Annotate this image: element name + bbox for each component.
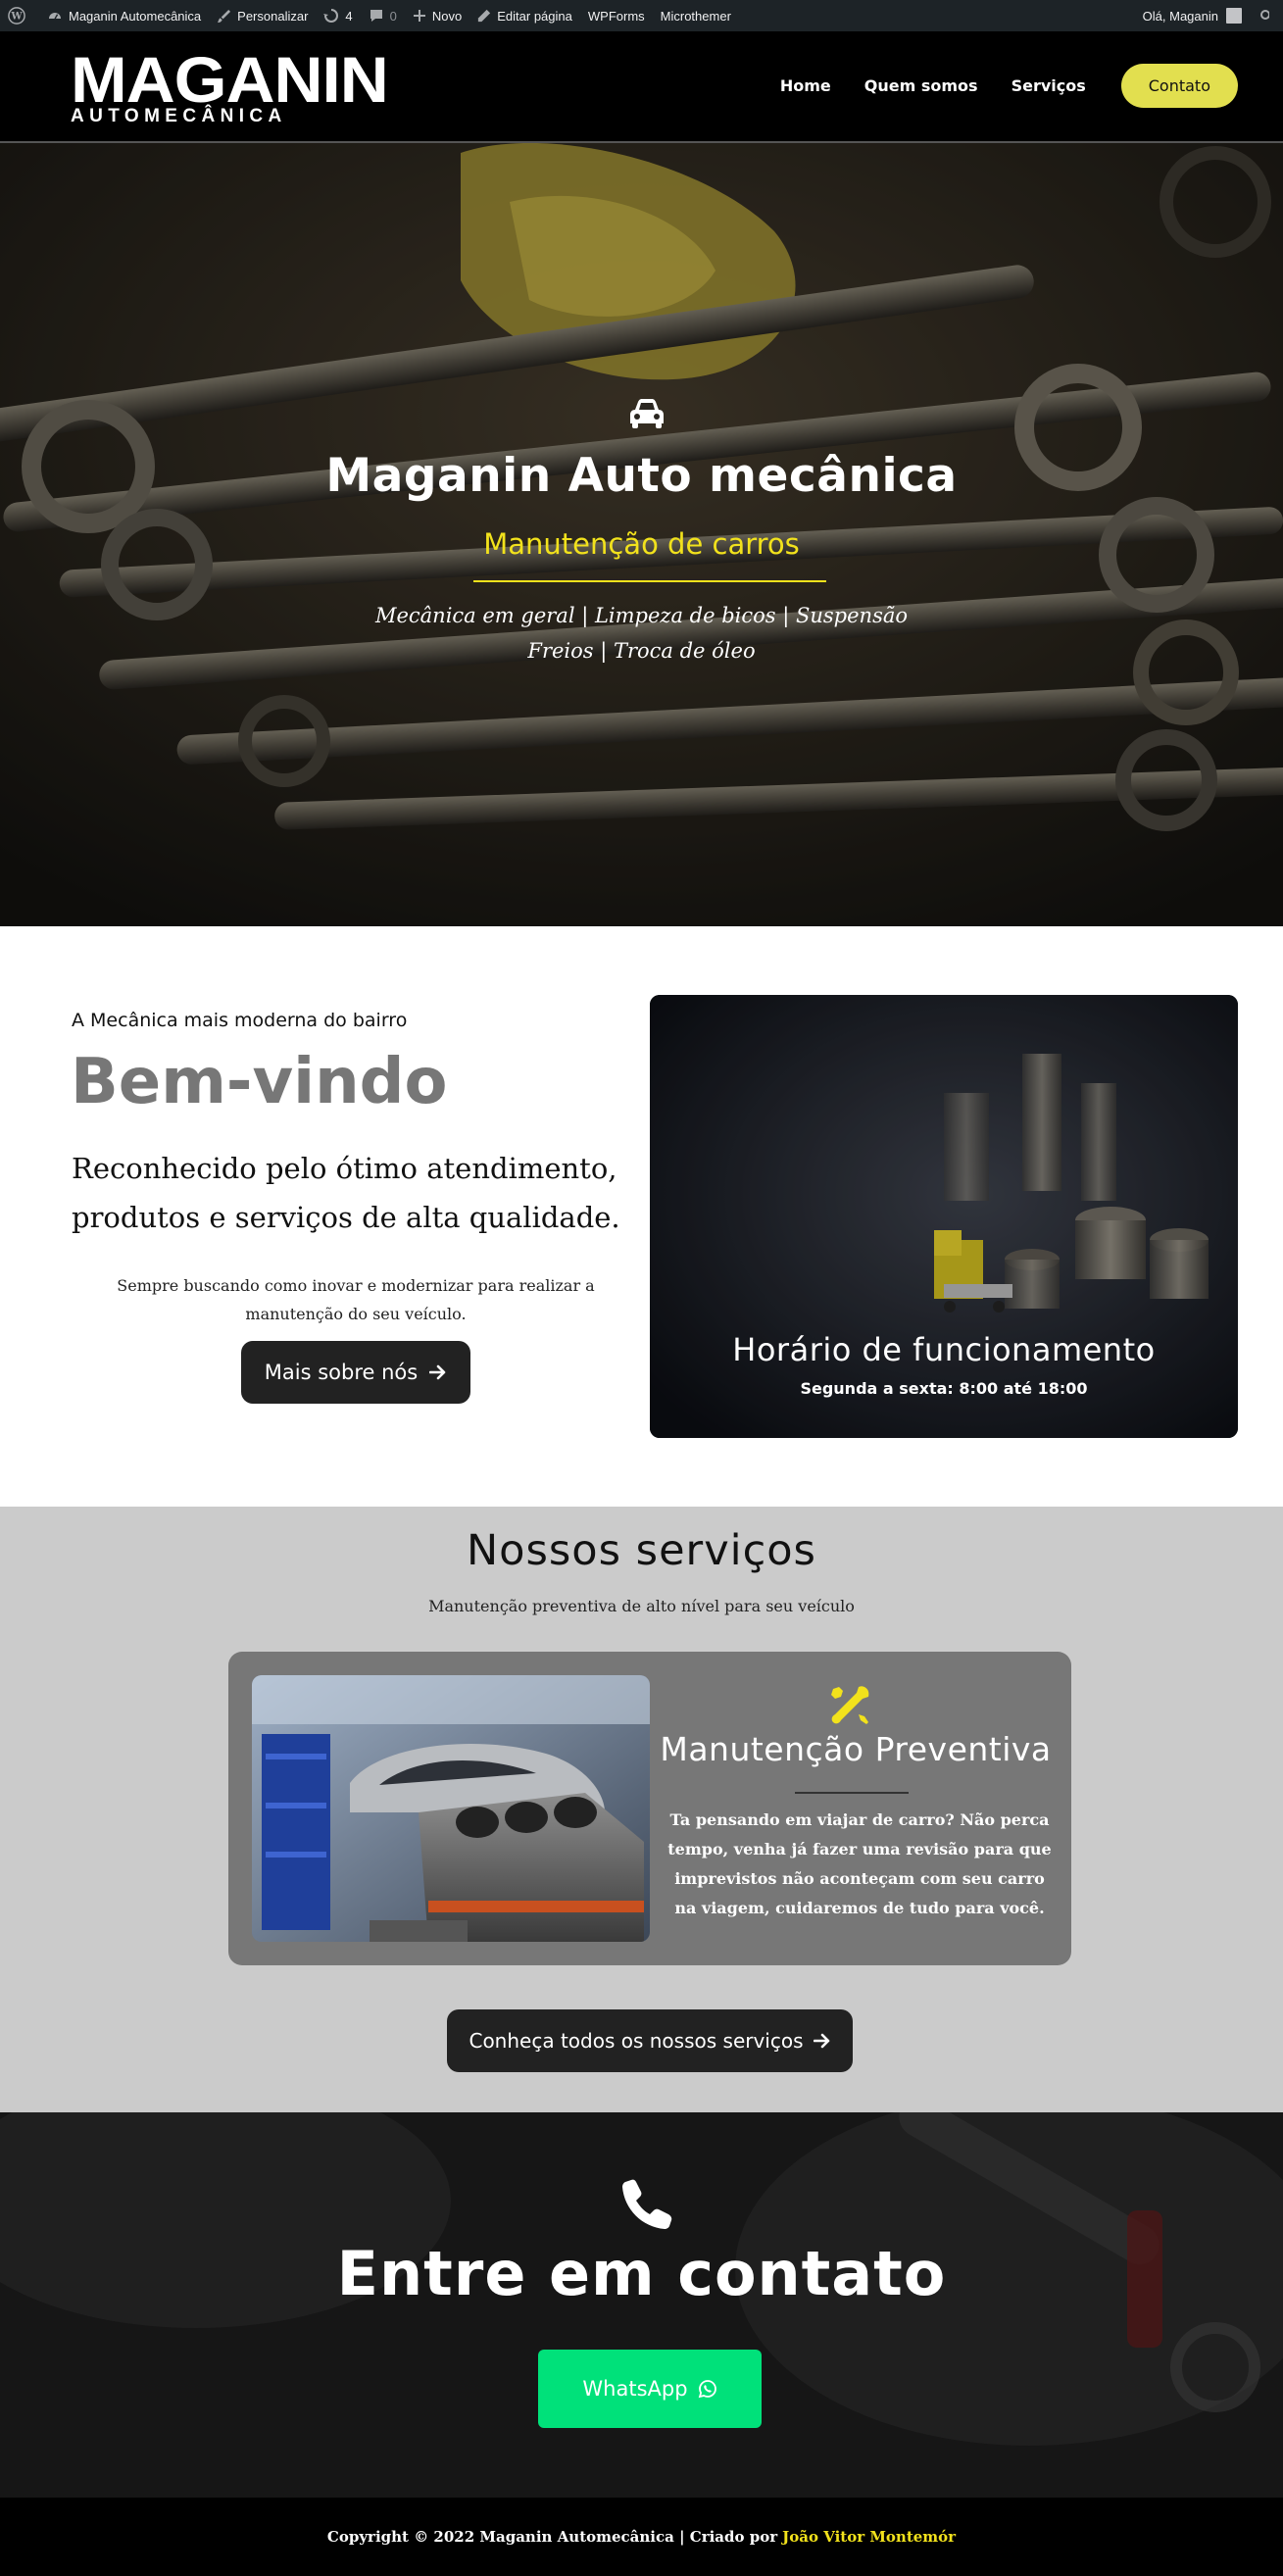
admin-new-label: Novo xyxy=(431,8,463,24)
contact-section: Entre em contato WhatsApp xyxy=(0,2112,1283,2498)
admin-search-icon[interactable] xyxy=(1250,0,1283,31)
admin-bar: W Maganin Automecânica Personalizar 4 0 … xyxy=(0,0,1283,31)
whatsapp-button[interactable]: WhatsApp xyxy=(538,2350,762,2428)
welcome-text: Sempre buscando como inovar e modernizar… xyxy=(117,1276,595,1323)
dashboard-icon xyxy=(49,13,61,20)
hours-text: Segunda a sexta: 8:00 até 18:00 xyxy=(800,1379,1088,1398)
wordpress-logo-icon[interactable]: W xyxy=(0,0,39,31)
more-about-button[interactable]: Mais sobre nós xyxy=(241,1341,470,1404)
services-section: Nossos serviços Manutenção preventiva de… xyxy=(0,1507,1283,2112)
main-nav: Home Quem somos Serviços Contato xyxy=(747,64,1238,108)
admin-account-link[interactable]: Olá, Maganin xyxy=(1135,0,1250,31)
updates-icon xyxy=(323,9,339,23)
admin-microthemer-label: Microthemer xyxy=(660,8,731,24)
footer-copyright: Copyright © 2022 Maganin Automecânica | … xyxy=(326,2528,778,2546)
site-footer: Copyright © 2022 Maganin Automecânica | … xyxy=(0,2498,1283,2576)
wrench-screwdriver-icon xyxy=(831,1686,869,1724)
welcome-section: A Mecânica mais moderna do bairro Bem-vi… xyxy=(0,926,1283,1507)
welcome-lead: Reconhecido pelo ótimo atendimento, prod… xyxy=(72,1152,620,1234)
contact-title: Entre em contato xyxy=(336,2238,947,2309)
car-icon xyxy=(630,399,664,428)
services-title: Nossos serviços xyxy=(467,1526,816,1575)
hero-section: Maganin Auto mecânica Manutenção de carr… xyxy=(0,143,1283,926)
nav-item-quem-somos[interactable]: Quem somos xyxy=(864,76,978,95)
all-services-button[interactable]: Conheça todos os nossos serviços xyxy=(447,2009,853,2072)
hero-services-line-2: Freios | Troca de óleo xyxy=(527,639,756,663)
hours-title: Horário de funcionamento xyxy=(732,1331,1156,1368)
nav-item-servicos[interactable]: Serviços xyxy=(1012,76,1086,95)
admin-new-link[interactable]: Novo xyxy=(405,0,469,31)
hero-title: Maganin Auto mecânica xyxy=(325,449,958,503)
service-text: Ta pensando em viajar de carro? Não perc… xyxy=(667,1810,1052,1917)
plus-icon xyxy=(413,10,425,22)
service-engine-image xyxy=(252,1675,650,1942)
services-subtitle: Manutenção preventiva de alto nível para… xyxy=(428,1597,855,1615)
admin-customize-label: Personalizar xyxy=(237,8,309,24)
admin-comments-link[interactable]: 0 xyxy=(361,0,405,31)
avatar xyxy=(1226,8,1242,24)
arrow-right-icon xyxy=(429,1364,446,1380)
admin-wpforms-link[interactable]: WPForms xyxy=(580,0,653,31)
logo-main-text: MAGANIN xyxy=(71,43,389,116)
admin-site-name: Maganin Automecânica xyxy=(69,8,202,24)
all-services-label: Conheça todos os nossos serviços xyxy=(469,2029,804,2053)
admin-comments-count: 0 xyxy=(389,8,397,24)
welcome-eyebrow: A Mecânica mais moderna do bairro xyxy=(72,1010,408,1031)
admin-wpforms-label: WPForms xyxy=(587,8,645,24)
site-logo[interactable]: MAGANIN AUTOMECÂNICA xyxy=(71,47,389,125)
svg-text:W: W xyxy=(10,12,23,23)
service-divider xyxy=(795,1792,909,1794)
pencil-icon xyxy=(478,9,491,23)
service-card[interactable]: Manutenção Preventiva Ta pensando em via… xyxy=(228,1652,1071,1965)
whatsapp-label: WhatsApp xyxy=(582,2377,688,2401)
service-title: Manutenção Preventiva xyxy=(660,1730,1052,1768)
footer-author-link[interactable]: João Vitor Montemór xyxy=(782,2528,956,2546)
admin-updates-link[interactable]: 4 xyxy=(316,0,360,31)
comment-icon xyxy=(370,10,382,22)
hero-divider xyxy=(473,580,826,582)
hours-background-image xyxy=(650,995,1238,1438)
admin-edit-page-label: Editar página xyxy=(497,8,572,24)
hero-subtitle: Manutenção de carros xyxy=(483,527,800,561)
admin-site-link[interactable]: Maganin Automecânica xyxy=(39,0,209,31)
admin-edit-page-link[interactable]: Editar página xyxy=(469,0,580,31)
more-about-label: Mais sobre nós xyxy=(264,1361,419,1384)
contact-button[interactable]: Contato xyxy=(1120,64,1238,108)
hours-card: Horário de funcionamento Segunda a sexta… xyxy=(650,995,1238,1438)
admin-updates-count: 4 xyxy=(345,8,353,24)
whatsapp-icon xyxy=(698,2380,716,2399)
brush-icon xyxy=(218,9,231,23)
welcome-title: Bem-vindo xyxy=(71,1046,448,1118)
site-header: MAGANIN AUTOMECÂNICA Home Quem somos Ser… xyxy=(0,31,1283,143)
admin-customize-link[interactable]: Personalizar xyxy=(209,0,316,31)
hero-services-line-1: Mecânica em geral | Limpeza de bicos | S… xyxy=(374,604,909,627)
nav-item-home[interactable]: Home xyxy=(780,76,831,95)
arrow-right-icon xyxy=(813,2033,829,2049)
phone-icon xyxy=(622,2179,672,2229)
admin-greeting: Olá, Maganin xyxy=(1142,8,1218,24)
admin-microthemer-link[interactable]: Microthemer xyxy=(653,0,739,31)
